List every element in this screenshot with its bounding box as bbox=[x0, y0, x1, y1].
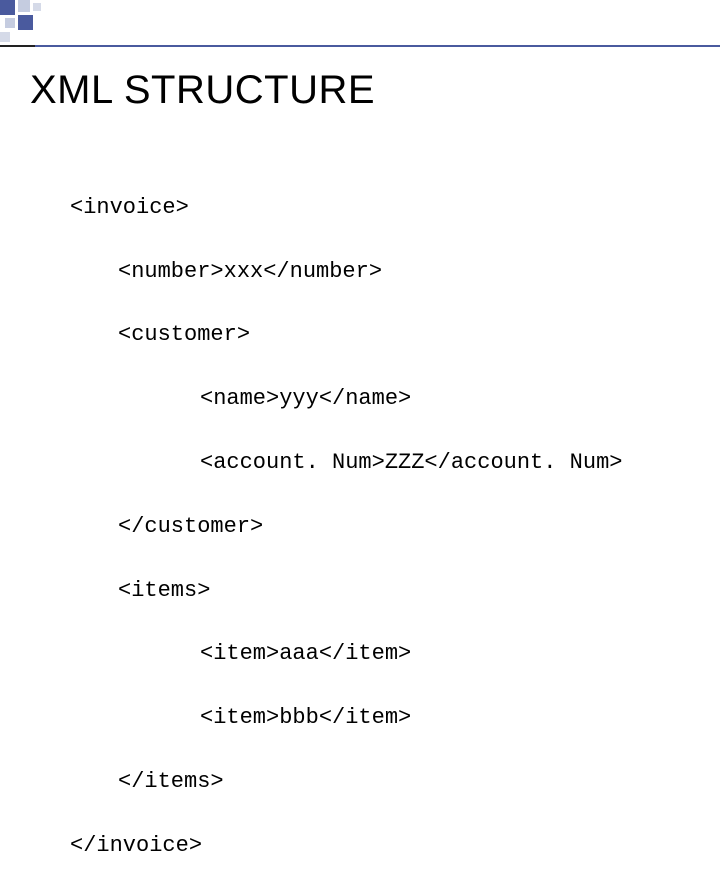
code-line: <item>aaa</item> bbox=[70, 638, 622, 670]
decoration-square bbox=[0, 32, 10, 42]
code-block: <invoice> <number>xxx</number> <customer… bbox=[70, 160, 622, 893]
code-line: </customer> bbox=[70, 511, 622, 543]
slide-top-rule bbox=[0, 45, 720, 47]
slide-title: XML STRUCTURE bbox=[30, 68, 375, 113]
decoration-square bbox=[0, 0, 15, 15]
decoration-square bbox=[18, 15, 33, 30]
code-line: <customer> bbox=[70, 319, 622, 351]
code-line: <item>bbb</item> bbox=[70, 702, 622, 734]
code-line: <name>yyy</name> bbox=[70, 383, 622, 415]
code-line: <account. Num>ZZZ</account. Num> bbox=[70, 447, 622, 479]
code-line: <number>xxx</number> bbox=[70, 256, 622, 288]
code-line: </invoice> bbox=[70, 830, 622, 862]
decoration-square bbox=[5, 18, 15, 28]
slide-corner-decoration bbox=[0, 0, 60, 50]
code-line: </items> bbox=[70, 766, 622, 798]
decoration-square bbox=[18, 0, 30, 12]
code-line: <invoice> bbox=[70, 192, 622, 224]
slide-top-rule-accent bbox=[0, 45, 35, 47]
code-line: <items> bbox=[70, 575, 622, 607]
decoration-square bbox=[33, 3, 41, 11]
